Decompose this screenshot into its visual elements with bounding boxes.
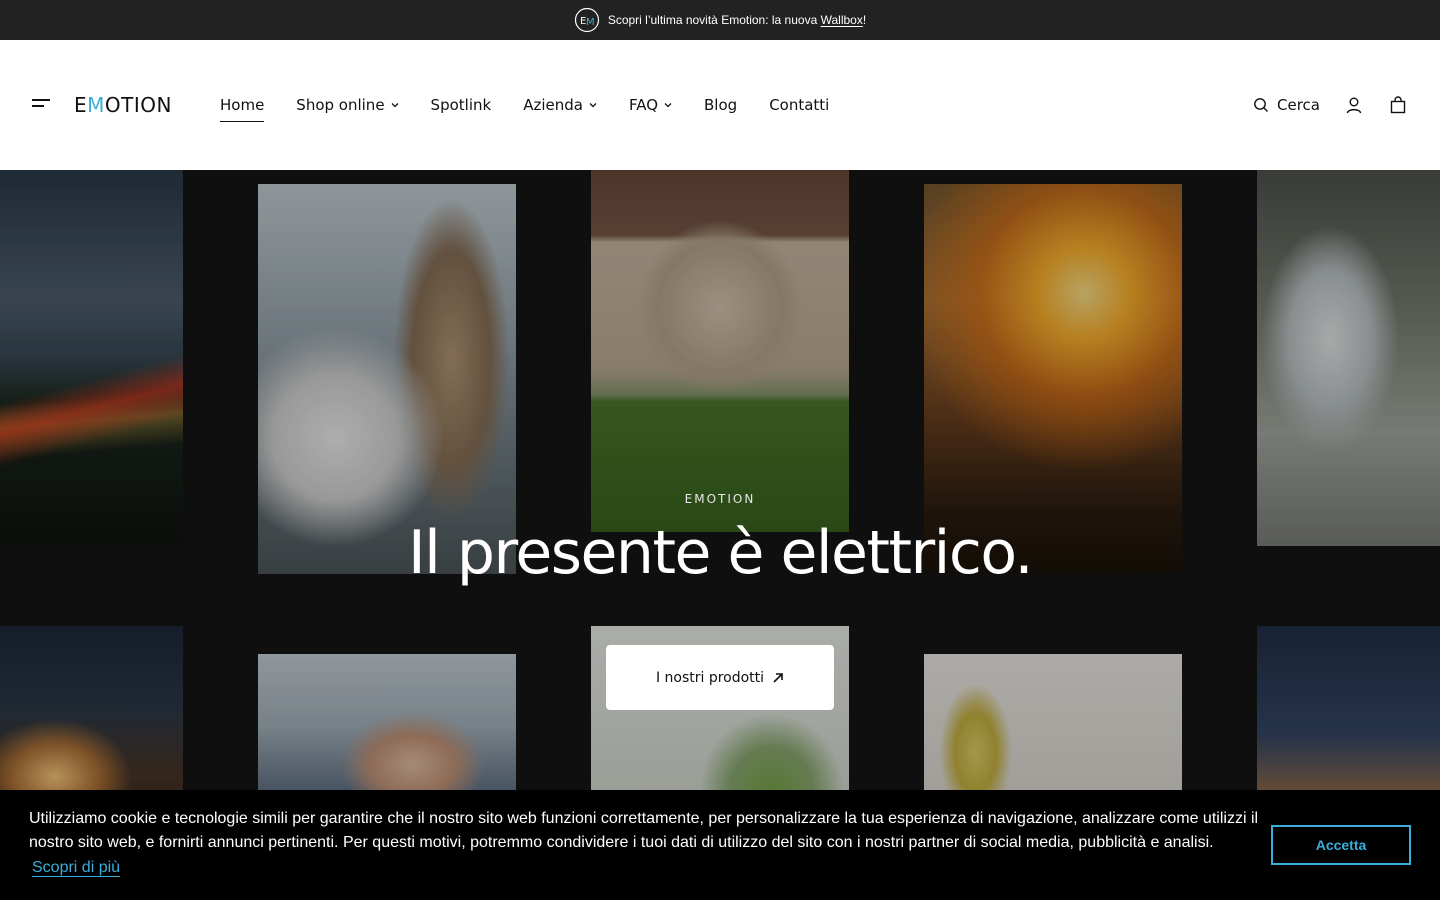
- menu-icon[interactable]: [32, 99, 52, 111]
- logo[interactable]: E M OTION: [74, 92, 172, 118]
- nav-item-faq[interactable]: FAQ: [629, 90, 672, 120]
- header-actions: Cerca: [1253, 40, 1408, 170]
- nav-item-home[interactable]: Home: [220, 90, 265, 122]
- nav-item-spotlink[interactable]: Spotlink: [431, 90, 492, 120]
- nav-item-azienda[interactable]: Azienda: [523, 90, 597, 120]
- accept-button[interactable]: Accetta: [1271, 825, 1411, 865]
- chevron-down-icon: [391, 103, 399, 108]
- search-icon: [1254, 98, 1269, 112]
- products-button[interactable]: I nostri prodotti: [606, 645, 834, 710]
- hero-headline: Il presente è elettrico.: [407, 518, 1034, 588]
- emotion-badge-icon: E M: [574, 7, 599, 33]
- cart-icon[interactable]: [1388, 95, 1408, 115]
- chevron-down-icon: [589, 103, 597, 108]
- nav-item-shop-online[interactable]: Shop online: [296, 90, 399, 120]
- learn-more-link[interactable]: Scopri di più: [32, 859, 120, 877]
- account-icon[interactable]: [1344, 95, 1364, 115]
- svg-text:M: M: [586, 17, 595, 28]
- nav-item-contatti[interactable]: Contatti: [769, 90, 829, 120]
- search-button[interactable]: Cerca: [1253, 96, 1320, 114]
- arrow-up-right-icon: [773, 672, 783, 683]
- wallbox-link[interactable]: Wallbox: [821, 13, 863, 27]
- main-nav: Home Shop online Spotlink Azienda FAQ Bl…: [220, 40, 861, 170]
- chevron-down-icon: [664, 103, 672, 108]
- announcement-text: Scopri l’ultima novità Emotion: la nuova…: [607, 13, 867, 27]
- hero-eyebrow: EMOTION: [684, 492, 756, 506]
- announcement-bar: E M Scopri l’ultima novità Emotion: la n…: [0, 0, 1440, 40]
- site-header: E M OTION Home Shop online Spotlink Aziend…: [0, 40, 1440, 170]
- cookie-banner: Utilizziamo cookie e tecnologie simili p…: [0, 790, 1440, 900]
- cookie-text: Utilizziamo cookie e tecnologie simili p…: [29, 810, 1259, 851]
- nav-item-blog[interactable]: Blog: [704, 90, 737, 120]
